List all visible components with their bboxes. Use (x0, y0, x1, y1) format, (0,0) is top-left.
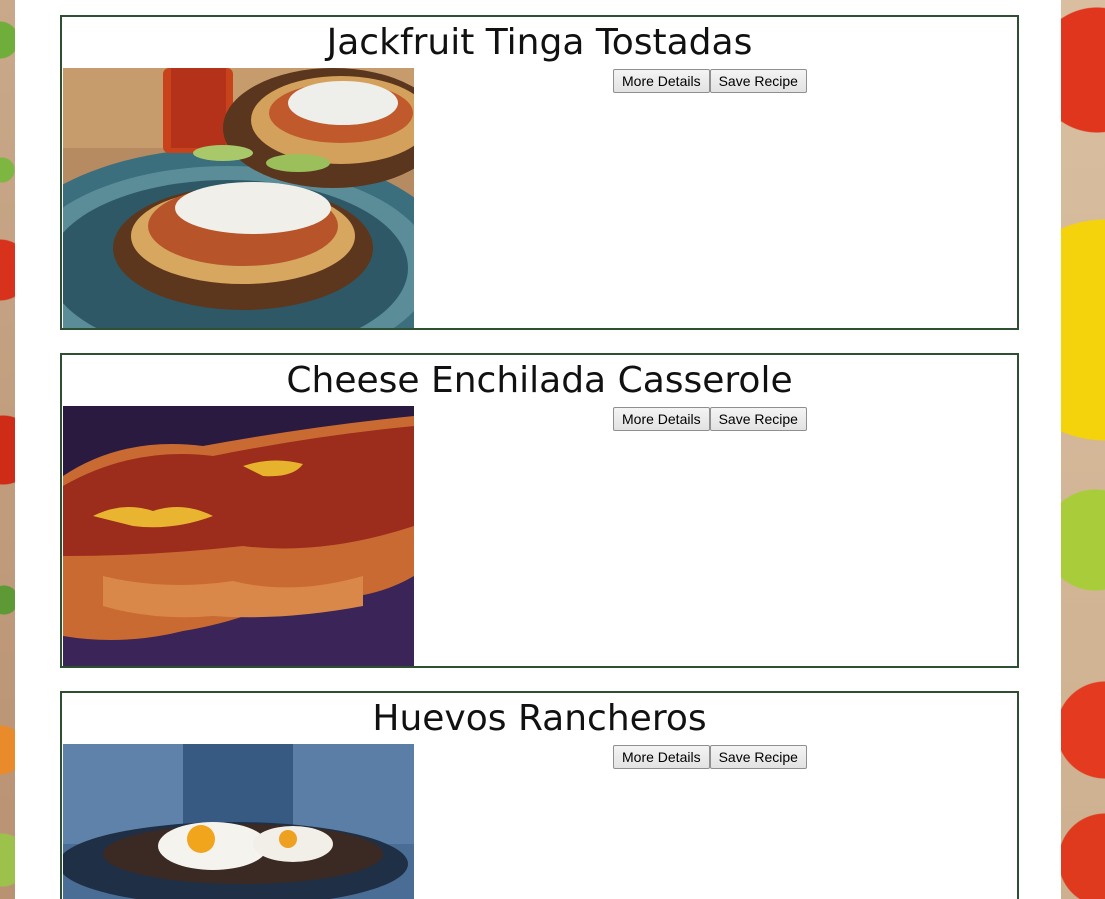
recipe-card: Cheese Enchilada Casserole More Details … (60, 353, 1019, 668)
recipe-results: Jackfruit Tinga Tostadas More Details Sa… (15, 0, 1061, 899)
recipe-actions: More Details Save Recipe (613, 745, 807, 769)
recipe-card: Huevos Rancheros More Details Save Recip… (60, 691, 1019, 899)
save-recipe-button[interactable]: Save Recipe (709, 745, 807, 769)
more-details-button[interactable]: More Details (613, 745, 710, 769)
more-details-button[interactable]: More Details (613, 69, 710, 93)
recipe-actions: More Details Save Recipe (613, 407, 807, 431)
recipe-title: Huevos Rancheros (372, 698, 707, 739)
recipe-title: Cheese Enchilada Casserole (286, 360, 793, 401)
recipe-photo (63, 68, 414, 328)
recipe-card: Jackfruit Tinga Tostadas More Details Sa… (60, 15, 1019, 330)
recipe-photo (63, 744, 414, 899)
recipe-photo (63, 406, 414, 666)
more-details-button[interactable]: More Details (613, 407, 710, 431)
recipe-title: Jackfruit Tinga Tostadas (326, 22, 753, 63)
vegetable-background-right (1061, 0, 1105, 899)
recipe-actions: More Details Save Recipe (613, 69, 807, 93)
save-recipe-button[interactable]: Save Recipe (709, 69, 807, 93)
save-recipe-button[interactable]: Save Recipe (709, 407, 807, 431)
vegetable-background-left (0, 0, 15, 899)
